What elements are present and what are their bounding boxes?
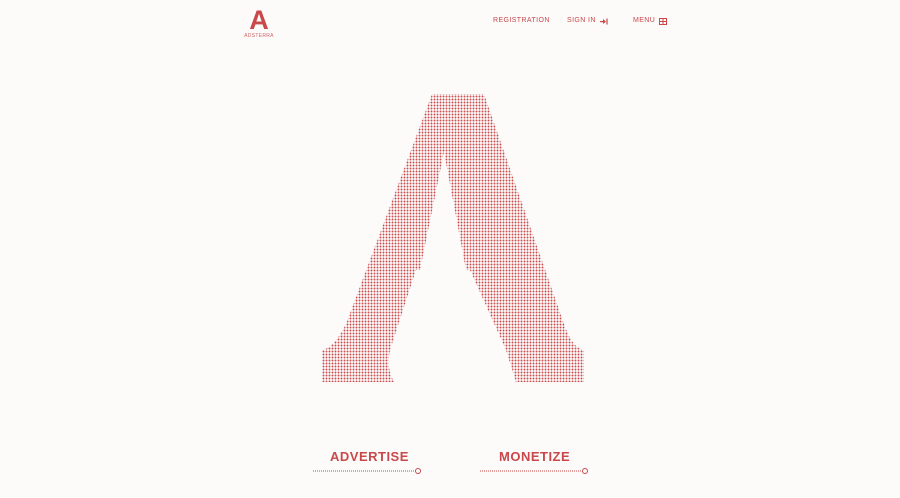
nav-menu-button[interactable]: MENU [633,15,668,27]
nav-menu-label: MENU [633,17,656,24]
advertise-button[interactable]: ADVERTISE [330,449,409,465]
monetize-button[interactable]: MONETIZE [499,449,570,465]
monetize-underline [480,467,590,475]
sign-in-icon [599,18,608,25]
top-nav: REGISTRATION SIGN IN MENU [0,15,900,27]
hero-dotted-letter [316,92,588,382]
advertise-underline [313,467,423,475]
nav-registration-label: REGISTRATION [493,17,550,24]
landing-page: A ADSTERRA REGISTRATION SIGN IN MENU ADV… [0,0,900,498]
logo-wordmark: ADSTERRA [244,33,274,39]
dotted-fill [316,92,588,382]
nav-registration-link[interactable]: REGISTRATION [493,15,550,27]
menu-grid-icon [659,17,668,25]
nav-sign-in-label: SIGN IN [567,17,596,24]
dotted-a-graphic [316,92,588,382]
nav-sign-in-link[interactable]: SIGN IN [567,15,608,27]
